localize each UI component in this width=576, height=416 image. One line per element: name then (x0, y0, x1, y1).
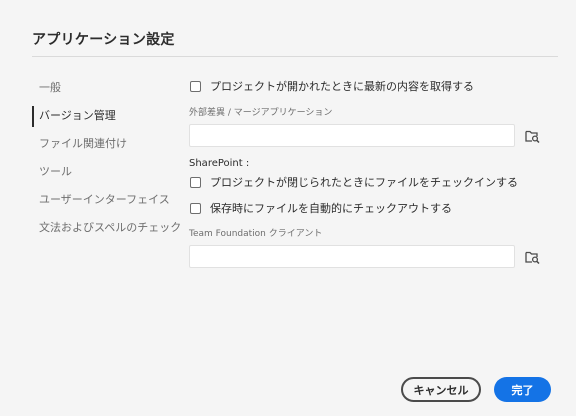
checkout-on-save-checkbox[interactable] (190, 202, 201, 214)
checkin-on-close-checkbox[interactable] (190, 176, 201, 188)
open-latest-label: プロジェクトが開かれたときに最新の内容を取得する (210, 80, 474, 93)
open-latest-option[interactable]: プロジェクトが開かれたときに最新の内容を取得する (189, 76, 549, 96)
application-settings-dialog: アプリケーション設定 一般 バージョン管理 ファイル関連付け ツール ユーザーイ… (0, 0, 576, 416)
cancel-button[interactable]: キャンセル (401, 377, 481, 402)
sharepoint-heading: SharePoint : (189, 158, 250, 169)
folder-search-icon (524, 251, 540, 264)
sidebar-item-general[interactable]: 一般 (32, 74, 184, 102)
dialog-footer: キャンセル 完了 (401, 377, 551, 402)
sidebar-item-grammar-spelling[interactable]: 文法およびスペルのチェック (32, 214, 184, 242)
dialog-title: アプリケーション設定 (32, 32, 175, 48)
sidebar-item-file-associations[interactable]: ファイル関連付け (32, 130, 184, 158)
checkout-on-save-label: 保存時にファイルを自動的にチェックアウトする (210, 202, 452, 215)
external-diff-browse-button[interactable] (521, 125, 543, 147)
checkin-on-close-label: プロジェクトが閉じられたときにファイルをチェックインする (210, 176, 518, 189)
external-diff-row (189, 124, 549, 147)
external-diff-label: 外部差異 / マージアプリケーション (189, 108, 333, 118)
title-divider (32, 56, 558, 57)
sidebar-item-version-control[interactable]: バージョン管理 (32, 102, 184, 130)
tfs-client-label: Team Foundation クライアント (189, 229, 323, 239)
tfs-client-input[interactable] (189, 245, 515, 268)
done-button[interactable]: 完了 (494, 377, 551, 402)
checkin-on-close-option[interactable]: プロジェクトが閉じられたときにファイルをチェックインする (189, 172, 549, 192)
version-control-panel: プロジェクトが開かれたときに最新の内容を取得する 外部差異 / マージアプリケー… (189, 76, 549, 268)
tfs-client-browse-button[interactable] (521, 246, 543, 268)
tfs-client-row (189, 245, 549, 268)
checkout-on-save-option[interactable]: 保存時にファイルを自動的にチェックアウトする (189, 198, 549, 218)
open-latest-checkbox[interactable] (190, 80, 201, 92)
sidebar-item-user-interface[interactable]: ユーザーインターフェイス (32, 186, 184, 214)
settings-sidebar: 一般 バージョン管理 ファイル関連付け ツール ユーザーインターフェイス 文法お… (32, 74, 184, 242)
folder-search-icon (524, 130, 540, 143)
external-diff-input[interactable] (189, 124, 515, 147)
sidebar-item-tools[interactable]: ツール (32, 158, 184, 186)
